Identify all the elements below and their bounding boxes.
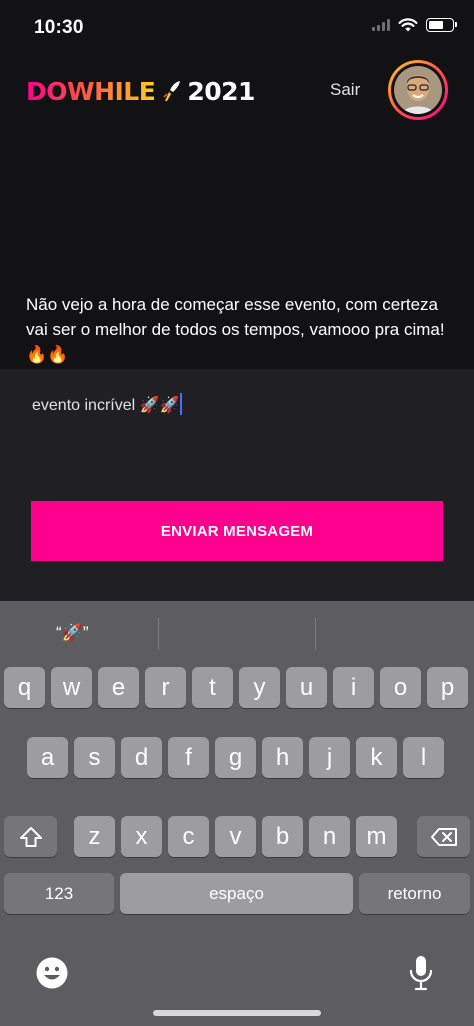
key-z[interactable]: z (74, 816, 115, 857)
key-s[interactable]: s (74, 737, 115, 778)
key-l[interactable]: l (403, 737, 444, 778)
key-q[interactable]: q (4, 667, 45, 708)
key-y[interactable]: y (239, 667, 280, 708)
key-n[interactable]: n (309, 816, 350, 857)
key-i[interactable]: i (333, 667, 374, 708)
avatar-image (394, 66, 442, 114)
space-key[interactable]: espaço (120, 873, 353, 914)
backspace-key[interactable] (417, 816, 470, 857)
suggestion-bar: “🚀” (0, 601, 474, 667)
key-m[interactable]: m (356, 816, 397, 857)
keyboard: “🚀” qwertyuiop asdfghjkl zxcvbnm 123 esp… (0, 601, 474, 1026)
key-k[interactable]: k (356, 737, 397, 778)
avatar[interactable] (388, 60, 448, 120)
home-indicator (153, 1010, 321, 1016)
cellular-signal-icon (372, 19, 390, 31)
message-form: evento incrível 🚀🚀 ENVIAR MENSAGEM (0, 369, 474, 601)
text-caret (180, 393, 183, 415)
key-j[interactable]: j (309, 737, 350, 778)
microphone-icon[interactable] (408, 954, 434, 992)
signout-button[interactable]: Sair (330, 80, 360, 100)
avatar-frame (391, 63, 445, 117)
message-text: Não vejo a hora de começar esse evento, … (26, 295, 445, 364)
key-t[interactable]: t (192, 667, 233, 708)
suggestion-divider (315, 618, 316, 650)
key-e[interactable]: e (98, 667, 139, 708)
wifi-icon (398, 18, 418, 32)
suggestion-item[interactable]: “🚀” (56, 623, 89, 643)
rocket-icon (163, 81, 181, 101)
logo-brand: DOWHILE (26, 76, 156, 106)
shift-icon (19, 826, 42, 847)
message-input[interactable]: evento incrível 🚀🚀 (32, 393, 183, 415)
header: DOWHILE 2021 Sair (0, 56, 474, 126)
return-key[interactable]: retorno (359, 873, 470, 914)
logo-year: 2021 (187, 76, 255, 106)
key-o[interactable]: o (380, 667, 421, 708)
backspace-icon (430, 827, 457, 846)
suggestion-divider (158, 618, 159, 650)
status-icons (372, 18, 457, 32)
key-x[interactable]: x (121, 816, 162, 857)
key-r[interactable]: r (145, 667, 186, 708)
message-input-value: evento incrível 🚀🚀 (32, 397, 180, 414)
status-time: 10:30 (34, 17, 84, 38)
key-g[interactable]: g (215, 737, 256, 778)
dowhile-logo: DOWHILE 2021 (26, 76, 255, 106)
key-h[interactable]: h (262, 737, 303, 778)
battery-icon (426, 18, 457, 32)
send-message-button[interactable]: ENVIAR MENSAGEM (31, 501, 443, 561)
shift-key[interactable] (4, 816, 57, 857)
key-p[interactable]: p (427, 667, 468, 708)
numbers-key[interactable]: 123 (4, 873, 114, 914)
emoji-icon[interactable] (35, 956, 69, 990)
status-bar: 10:30 (0, 0, 474, 56)
key-w[interactable]: w (51, 667, 92, 708)
key-f[interactable]: f (168, 737, 209, 778)
key-b[interactable]: b (262, 816, 303, 857)
key-d[interactable]: d (121, 737, 162, 778)
key-u[interactable]: u (286, 667, 327, 708)
key-v[interactable]: v (215, 816, 256, 857)
key-c[interactable]: c (168, 816, 209, 857)
key-a[interactable]: a (27, 737, 68, 778)
